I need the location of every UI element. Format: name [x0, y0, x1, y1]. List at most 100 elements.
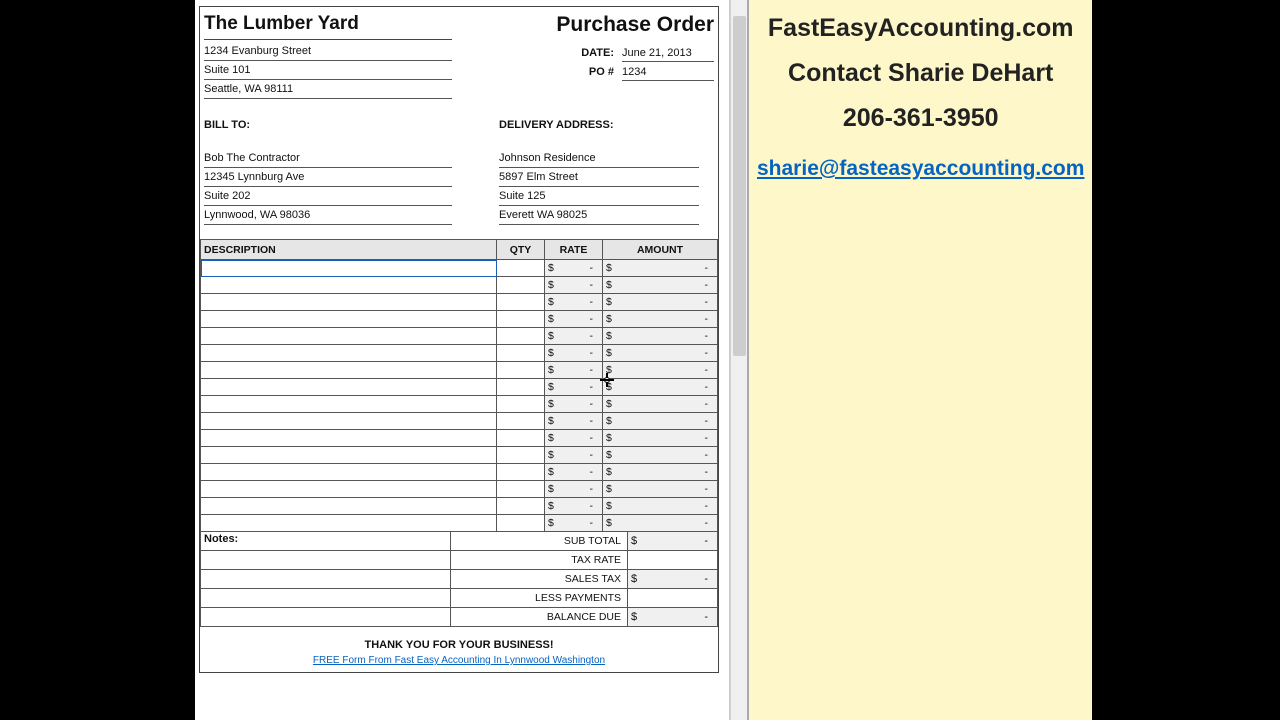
notes-line[interactable] — [200, 551, 451, 570]
table-row: $-$- — [201, 481, 718, 498]
header-amount: AMOUNT — [603, 240, 718, 260]
table-row: $-$- — [201, 413, 718, 430]
rate-cell: $- — [545, 515, 603, 532]
qty-cell[interactable] — [497, 464, 545, 481]
delivery-3[interactable]: Suite 125 — [499, 187, 699, 206]
qty-cell[interactable] — [497, 260, 545, 277]
salestax-label: SALES TAX — [451, 570, 627, 588]
amount-cell: $- — [603, 396, 718, 413]
rate-cell: $- — [545, 464, 603, 481]
description-cell[interactable] — [201, 362, 497, 379]
description-cell[interactable] — [201, 379, 497, 396]
taxrate-label: TAX RATE — [451, 551, 627, 569]
bill-to-2[interactable]: 12345 Lynnburg Ave — [204, 168, 452, 187]
rate-cell: $- — [545, 447, 603, 464]
amount-cell: $- — [603, 294, 718, 311]
rate-cell: $- — [545, 345, 603, 362]
bill-to-1[interactable]: Bob The Contractor — [204, 149, 452, 168]
rate-cell: $- — [545, 396, 603, 413]
table-row: $-$- — [201, 277, 718, 294]
table-row: $-$- — [201, 430, 718, 447]
amount-cell: $- — [603, 515, 718, 532]
notes-line[interactable] — [200, 570, 451, 589]
amount-cell: $- — [603, 328, 718, 345]
qty-cell[interactable] — [497, 515, 545, 532]
po-label: PO # — [554, 66, 614, 78]
table-row: $-$- — [201, 328, 718, 345]
notes-line[interactable] — [200, 608, 451, 627]
description-cell[interactable] — [201, 277, 497, 294]
delivery-4[interactable]: Everett WA 98025 — [499, 206, 699, 225]
taxrate-value[interactable] — [627, 551, 717, 569]
delivery-head: DELIVERY ADDRESS: — [499, 113, 714, 137]
qty-cell[interactable] — [497, 430, 545, 447]
rate-cell: $- — [545, 362, 603, 379]
date-value[interactable]: June 21, 2013 — [622, 44, 714, 62]
rate-cell: $- — [545, 260, 603, 277]
amount-cell: $- — [603, 498, 718, 515]
description-cell[interactable] — [201, 498, 497, 515]
description-cell[interactable] — [201, 447, 497, 464]
description-cell[interactable] — [201, 413, 497, 430]
qty-cell[interactable] — [497, 294, 545, 311]
company-name[interactable]: The Lumber Yard — [204, 13, 452, 40]
description-cell[interactable] — [201, 481, 497, 498]
balance-label: BALANCE DUE — [451, 608, 627, 626]
amount-cell: $- — [603, 447, 718, 464]
amount-cell: $- — [603, 260, 718, 277]
qty-cell[interactable] — [497, 379, 545, 396]
amount-cell: $- — [603, 464, 718, 481]
rate-cell: $- — [545, 277, 603, 294]
document-title: Purchase Order — [452, 13, 714, 37]
subtotal-value: $- — [627, 532, 717, 550]
table-row: $-$- — [201, 260, 718, 277]
qty-cell[interactable] — [497, 345, 545, 362]
info-website: FastEasyAccounting.com — [757, 14, 1084, 43]
bill-to-3[interactable]: Suite 202 — [204, 187, 452, 206]
scrollbar-thumb[interactable] — [733, 16, 746, 356]
info-email-link[interactable]: sharie@fasteasyaccounting.com — [757, 157, 1084, 181]
description-cell[interactable] — [201, 515, 497, 532]
description-cell[interactable] — [201, 396, 497, 413]
free-form-link[interactable]: FREE Form From Fast Easy Accounting In L… — [200, 655, 718, 666]
description-cell[interactable] — [201, 464, 497, 481]
salestax-value: $- — [627, 570, 717, 588]
description-cell[interactable] — [201, 260, 497, 277]
amount-cell: $- — [603, 311, 718, 328]
amount-cell: $- — [603, 362, 718, 379]
bill-to-4[interactable]: Lynnwood, WA 98036 — [204, 206, 452, 225]
qty-cell[interactable] — [497, 396, 545, 413]
qty-cell[interactable] — [497, 328, 545, 345]
qty-cell[interactable] — [497, 277, 545, 294]
notes-label: Notes: — [200, 532, 451, 551]
rate-cell: $- — [545, 430, 603, 447]
description-cell[interactable] — [201, 345, 497, 362]
delivery-2[interactable]: 5897 Elm Street — [499, 168, 699, 187]
delivery-1[interactable]: Johnson Residence — [499, 149, 699, 168]
amount-cell: $- — [603, 345, 718, 362]
amount-cell: $- — [603, 430, 718, 447]
description-cell[interactable] — [201, 430, 497, 447]
description-cell[interactable] — [201, 294, 497, 311]
qty-cell[interactable] — [497, 413, 545, 430]
qty-cell[interactable] — [497, 498, 545, 515]
company-addr-2[interactable]: Suite 101 — [204, 61, 452, 80]
line-items-table: DESCRIPTION QTY RATE AMOUNT $-$-$-$-$-$-… — [200, 239, 718, 532]
description-cell[interactable] — [201, 311, 497, 328]
description-cell[interactable] — [201, 328, 497, 345]
qty-cell[interactable] — [497, 362, 545, 379]
vertical-scrollbar[interactable] — [730, 0, 747, 720]
lesspay-value[interactable] — [627, 589, 717, 607]
table-row: $-$- — [201, 362, 718, 379]
qty-cell[interactable] — [497, 447, 545, 464]
spreadsheet-document: The Lumber Yard 1234 Evanburg Street Sui… — [195, 0, 730, 720]
company-addr-1[interactable]: 1234 Evanburg Street — [204, 42, 452, 61]
company-addr-3[interactable]: Seattle, WA 98111 — [204, 80, 452, 99]
po-value[interactable]: 1234 — [622, 63, 714, 81]
amount-cell: $- — [603, 379, 718, 396]
header-rate: RATE — [545, 240, 603, 260]
qty-cell[interactable] — [497, 311, 545, 328]
table-row: $-$- — [201, 464, 718, 481]
qty-cell[interactable] — [497, 481, 545, 498]
notes-line[interactable] — [200, 589, 451, 608]
